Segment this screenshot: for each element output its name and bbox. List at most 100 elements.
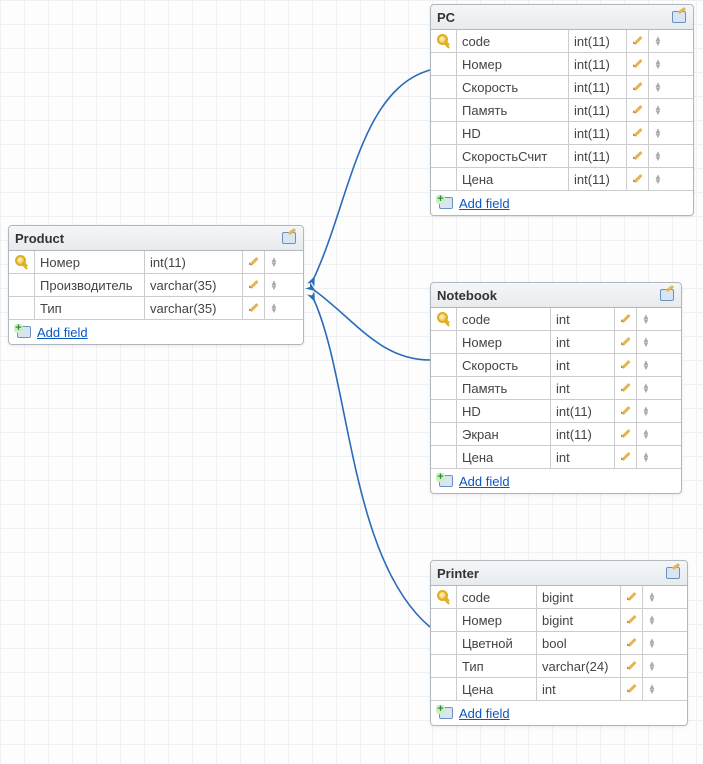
field-type: bigint: [537, 586, 621, 608]
edit-field-button[interactable]: [627, 76, 649, 98]
table-header[interactable]: Notebook: [431, 283, 681, 308]
field-row[interactable]: Номерint(11): [431, 53, 693, 76]
reorder-handle[interactable]: [649, 30, 667, 52]
edit-field-button[interactable]: [627, 53, 649, 75]
edit-field-button[interactable]: [621, 678, 643, 700]
field-row[interactable]: Скоростьint(11): [431, 76, 693, 99]
field-type: int: [551, 446, 615, 468]
table-notebook[interactable]: NotebookcodeintНомерintСкоростьintПамять…: [430, 282, 682, 494]
edit-field-button[interactable]: [615, 354, 637, 376]
add-field-icon[interactable]: [15, 324, 31, 340]
field-row[interactable]: Цветнойbool: [431, 632, 687, 655]
reorder-handle[interactable]: [637, 377, 655, 399]
reorder-handle[interactable]: [265, 297, 283, 319]
field-row[interactable]: Памятьint: [431, 377, 681, 400]
reorder-handle[interactable]: [643, 609, 661, 631]
field-row[interactable]: Памятьint(11): [431, 99, 693, 122]
field-row[interactable]: Ценаint: [431, 678, 687, 701]
add-field-link[interactable]: Add field: [459, 706, 510, 721]
field-type: int(11): [569, 76, 627, 98]
reorder-handle[interactable]: [643, 678, 661, 700]
field-row[interactable]: Ценаint: [431, 446, 681, 469]
reorder-handle[interactable]: [265, 251, 283, 273]
move-down-icon: [642, 365, 650, 370]
reorder-handle[interactable]: [643, 655, 661, 677]
table-printer[interactable]: PrintercodebigintНомерbigintЦветнойboolТ…: [430, 560, 688, 726]
field-type: int(11): [569, 30, 627, 52]
edit-field-button[interactable]: [621, 632, 643, 654]
reorder-handle[interactable]: [637, 423, 655, 445]
edit-field-button[interactable]: [627, 122, 649, 144]
move-down-icon: [642, 342, 650, 347]
reorder-handle[interactable]: [637, 331, 655, 353]
field-row[interactable]: СкоростьСчитint(11): [431, 145, 693, 168]
reorder-handle[interactable]: [637, 446, 655, 468]
add-field-icon[interactable]: [437, 473, 453, 489]
reorder-handle[interactable]: [649, 168, 667, 190]
edit-field-button[interactable]: [621, 655, 643, 677]
reorder-handle[interactable]: [643, 586, 661, 608]
table-footer: Add field: [431, 469, 681, 493]
edit-table-icon[interactable]: [281, 230, 297, 246]
field-row[interactable]: Производительvarchar(35): [9, 274, 303, 297]
field-name: Тип: [35, 297, 145, 319]
table-header[interactable]: Product: [9, 226, 303, 251]
field-row[interactable]: Ценаint(11): [431, 168, 693, 191]
reorder-handle[interactable]: [649, 53, 667, 75]
edit-field-button[interactable]: [615, 308, 637, 330]
edit-field-button[interactable]: [621, 586, 643, 608]
edit-field-button[interactable]: [615, 331, 637, 353]
field-type: int(11): [145, 251, 243, 273]
add-field-link[interactable]: Add field: [459, 474, 510, 489]
field-row[interactable]: codeint(11): [431, 30, 693, 53]
edit-table-icon[interactable]: [671, 9, 687, 25]
edit-field-button[interactable]: [621, 609, 643, 631]
reorder-handle[interactable]: [643, 632, 661, 654]
pencil-icon: [626, 591, 638, 603]
reorder-handle[interactable]: [637, 400, 655, 422]
field-row[interactable]: Экранint(11): [431, 423, 681, 446]
field-row[interactable]: Номерint(11): [9, 251, 303, 274]
add-field-icon[interactable]: [437, 705, 453, 721]
pencil-icon: [632, 58, 644, 70]
field-row[interactable]: Типvarchar(24): [431, 655, 687, 678]
field-row[interactable]: Номерbigint: [431, 609, 687, 632]
table-header[interactable]: Printer: [431, 561, 687, 586]
edit-field-button[interactable]: [627, 168, 649, 190]
field-row[interactable]: Типvarchar(35): [9, 297, 303, 320]
add-field-link[interactable]: Add field: [37, 325, 88, 340]
field-row[interactable]: HDint(11): [431, 400, 681, 423]
field-row[interactable]: Номерint: [431, 331, 681, 354]
reorder-handle[interactable]: [637, 354, 655, 376]
edit-table-icon[interactable]: [665, 565, 681, 581]
edit-field-button[interactable]: [627, 30, 649, 52]
field-type: int(11): [569, 145, 627, 167]
field-row[interactable]: codeint: [431, 308, 681, 331]
table-header[interactable]: PC: [431, 5, 693, 30]
edit-field-button[interactable]: [243, 274, 265, 296]
edit-table-icon[interactable]: [659, 287, 675, 303]
reorder-handle[interactable]: [649, 122, 667, 144]
table-pc[interactable]: PCcodeint(11)Номерint(11)Скоростьint(11)…: [430, 4, 694, 216]
reorder-handle[interactable]: [265, 274, 283, 296]
edit-field-button[interactable]: [243, 251, 265, 273]
add-field-icon[interactable]: [437, 195, 453, 211]
edit-field-button[interactable]: [615, 423, 637, 445]
field-row[interactable]: Скоростьint: [431, 354, 681, 377]
edit-field-button[interactable]: [615, 446, 637, 468]
edit-field-button[interactable]: [615, 400, 637, 422]
edit-field-button[interactable]: [243, 297, 265, 319]
table-product[interactable]: ProductНомерint(11)Производительvarchar(…: [8, 225, 304, 345]
reorder-handle[interactable]: [649, 76, 667, 98]
key-cell: [9, 297, 35, 319]
edit-field-button[interactable]: [615, 377, 637, 399]
reorder-handle[interactable]: [649, 99, 667, 121]
edit-field-button[interactable]: [627, 145, 649, 167]
reorder-handle[interactable]: [649, 145, 667, 167]
edit-field-button[interactable]: [627, 99, 649, 121]
add-field-link[interactable]: Add field: [459, 196, 510, 211]
field-row[interactable]: HDint(11): [431, 122, 693, 145]
pencil-icon: [632, 35, 644, 47]
reorder-handle[interactable]: [637, 308, 655, 330]
field-row[interactable]: codebigint: [431, 586, 687, 609]
